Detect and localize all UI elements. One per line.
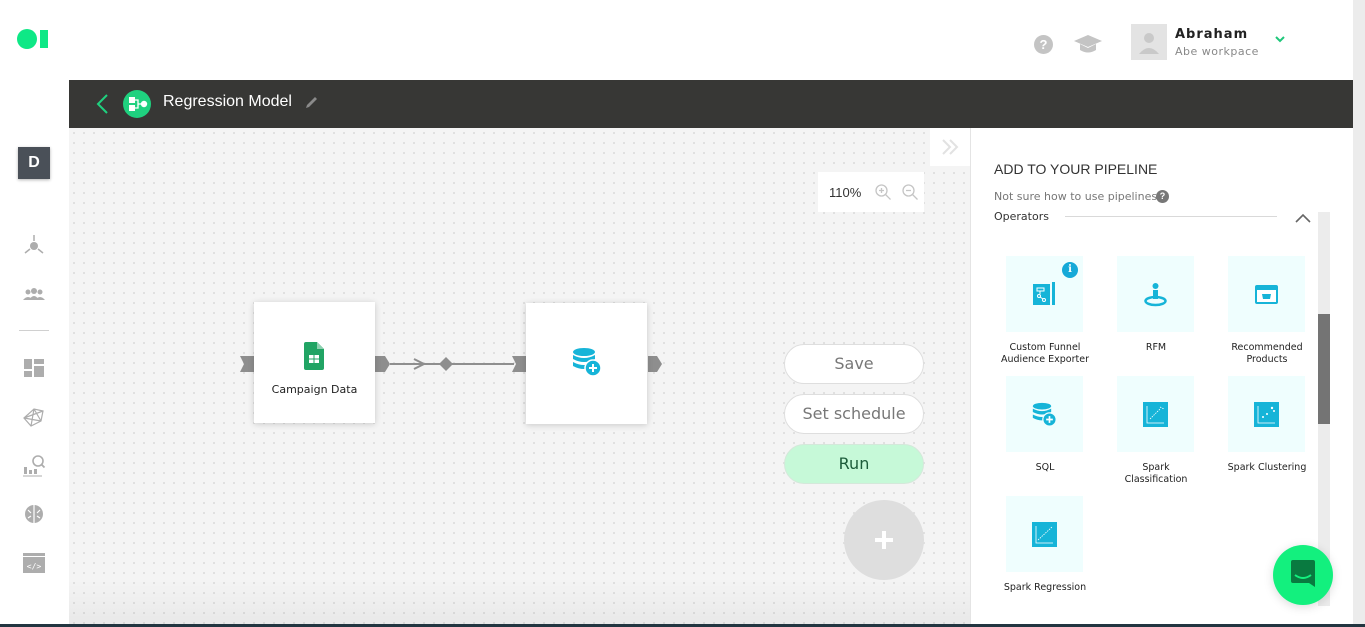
set-schedule-button[interactable]: Set schedule [784, 394, 924, 434]
info-icon[interactable]: i [1062, 262, 1078, 278]
operator-label: RFM [1145, 342, 1167, 353]
analytics-icon[interactable] [22, 453, 46, 477]
user-name: Abraham [1175, 27, 1249, 42]
dashboard-icon[interactable] [22, 356, 46, 380]
regression-chart-icon [1032, 522, 1057, 547]
workspace-switcher[interactable]: D [18, 147, 50, 179]
pipeline-node-sql[interactable] [526, 303, 647, 424]
help-icon[interactable]: ? [1156, 190, 1169, 203]
chevron-up-icon[interactable] [1294, 212, 1312, 224]
operator-label: Spark Classification [1124, 462, 1188, 485]
network-icon[interactable] [22, 405, 46, 429]
zoom-out-icon[interactable] [901, 183, 919, 201]
collapse-panel-button[interactable] [930, 128, 970, 166]
code-icon[interactable]: </> [22, 551, 46, 575]
sources-icon[interactable] [22, 233, 46, 257]
database-add-icon [573, 348, 602, 377]
svg-text:</>: </> [27, 562, 42, 571]
operators-section-label: Operators [994, 210, 1049, 223]
chevron-down-icon[interactable] [1274, 34, 1286, 44]
add-node-button[interactable] [844, 500, 924, 580]
operator-rfm[interactable] [1117, 256, 1194, 332]
operator-spark-clustering[interactable] [1228, 376, 1305, 452]
section-divider [1065, 216, 1277, 217]
graduation-cap-icon[interactable] [1073, 32, 1103, 56]
panel-title: ADD TO YOUR PIPELINE [994, 161, 1158, 177]
user-workspace: Abe workpace [1175, 45, 1259, 58]
database-add-icon [1032, 402, 1057, 427]
shop-basket-icon [1255, 285, 1278, 304]
output-port [375, 356, 390, 372]
back-icon[interactable] [95, 93, 109, 115]
operator-sql[interactable] [1006, 376, 1083, 452]
logo-icon[interactable] [17, 29, 53, 49]
save-button[interactable]: Save [784, 344, 924, 384]
panel-scrollbar-thumb[interactable] [1318, 314, 1330, 424]
node-label: Campaign Data [271, 383, 358, 396]
pipeline-icon [123, 90, 151, 118]
zoom-in-icon[interactable] [874, 183, 892, 201]
output-port [648, 356, 662, 372]
zoom-level: 110% [829, 185, 862, 200]
run-button[interactable]: Run [784, 444, 924, 484]
operator-spark-regression[interactable] [1006, 496, 1083, 572]
operator-label: Spark Regression [1003, 582, 1087, 593]
operator-spark-classification[interactable] [1117, 376, 1194, 452]
chat-button[interactable] [1273, 545, 1333, 605]
google-sheets-icon [304, 342, 324, 370]
pipelines-help-link[interactable]: Not sure how to use pipelines [994, 190, 1157, 203]
brain-icon[interactable] [22, 502, 46, 526]
page-title: Regression Model [163, 93, 292, 110]
edge-diamond [439, 357, 453, 371]
edit-icon[interactable] [303, 95, 319, 111]
page-scrollbar[interactable] [1353, 0, 1365, 627]
help-icon[interactable]: ? [1034, 35, 1053, 54]
scatter-chart-icon [1143, 402, 1168, 427]
sidebar-divider [19, 330, 49, 331]
operator-recommended-products[interactable] [1228, 256, 1305, 332]
users-icon[interactable] [22, 283, 46, 307]
input-port [240, 356, 254, 372]
plus-icon [875, 531, 893, 549]
chat-icon [1291, 560, 1315, 587]
pipeline-node-campaign-data[interactable] [254, 302, 375, 423]
operator-label: Spark Clustering [1227, 462, 1307, 473]
input-port [512, 356, 526, 372]
canvas-shade [69, 580, 970, 627]
operator-label: Custom Funnel Audience Exporter [1001, 342, 1089, 365]
person-target-icon [1144, 283, 1167, 307]
operator-label: Recommended Products [1231, 342, 1303, 365]
operator-label: SQL [1035, 462, 1055, 473]
cluster-chart-icon [1254, 402, 1279, 427]
funnel-blueprint-icon [1033, 282, 1055, 305]
avatar[interactable] [1131, 24, 1167, 60]
